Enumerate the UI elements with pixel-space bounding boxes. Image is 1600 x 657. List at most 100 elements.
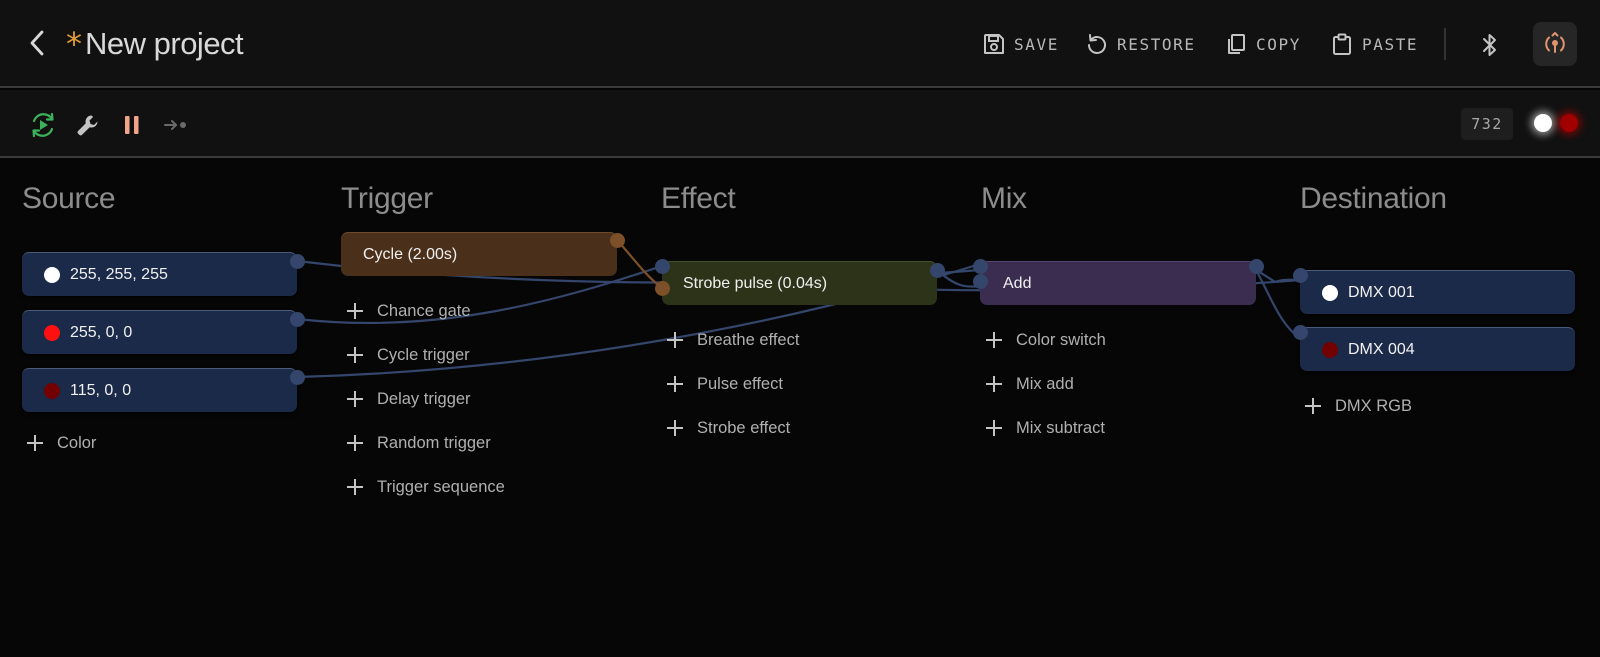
back-button[interactable] bbox=[22, 26, 52, 60]
plus-icon bbox=[667, 420, 683, 436]
playback-toolbar: 732 bbox=[0, 90, 1600, 158]
color-swatch bbox=[44, 382, 60, 399]
copy-icon bbox=[1228, 34, 1245, 54]
plus-icon bbox=[667, 332, 683, 348]
pause-button[interactable] bbox=[117, 110, 147, 140]
effect-node-strobe-pulse[interactable]: Strobe pulse (0.04s) bbox=[662, 261, 937, 305]
color-swatch bbox=[44, 324, 60, 341]
restore-button[interactable]: RESTORE bbox=[1085, 28, 1196, 60]
destination-node-dmx-004[interactable]: DMX 004 bbox=[1300, 327, 1575, 371]
destination-node-dmx-001[interactable]: DMX 001 bbox=[1300, 270, 1575, 314]
save-label: SAVE bbox=[1014, 34, 1059, 54]
add-item-label: Color switch bbox=[1016, 330, 1106, 349]
add-dmx-rgb-button[interactable]: DMX RGB bbox=[1305, 393, 1412, 419]
trigger-input-port[interactable] bbox=[655, 281, 670, 296]
column-title-trigger: Trigger bbox=[341, 182, 433, 215]
output-port[interactable] bbox=[290, 254, 305, 269]
output-port[interactable] bbox=[1249, 259, 1264, 274]
save-button[interactable]: SAVE bbox=[982, 28, 1059, 60]
add-color-button[interactable]: Color bbox=[27, 430, 96, 456]
add-trigger-sequence-button[interactable]: Trigger sequence bbox=[347, 474, 505, 500]
source-node-label: 255, 0, 0 bbox=[70, 323, 133, 341]
plus-icon bbox=[986, 420, 1002, 436]
input-port[interactable] bbox=[973, 274, 988, 289]
trigger-output-port[interactable] bbox=[610, 233, 625, 248]
clipboard-icon bbox=[1333, 33, 1351, 55]
add-random-trigger-button[interactable]: Random trigger bbox=[347, 430, 491, 456]
mix-node-add[interactable]: Add bbox=[980, 261, 1256, 305]
add-color-switch-button[interactable]: Color switch bbox=[986, 327, 1106, 353]
source-node-label: 255, 255, 255 bbox=[70, 265, 168, 283]
plus-icon bbox=[347, 391, 363, 407]
copy-button[interactable]: COPY bbox=[1224, 28, 1301, 60]
paste-label: PASTE bbox=[1362, 34, 1419, 54]
bluetooth-button[interactable] bbox=[1478, 30, 1502, 60]
add-strobe-effect-button[interactable]: Strobe effect bbox=[667, 415, 790, 441]
toolbar-divider bbox=[1444, 28, 1446, 60]
pause-icon bbox=[125, 116, 139, 134]
input-port[interactable] bbox=[973, 259, 988, 274]
column-title-source: Source bbox=[22, 182, 116, 215]
step-forward-icon bbox=[164, 120, 186, 130]
live-broadcast-icon bbox=[1545, 32, 1565, 53]
restore-icon bbox=[1088, 34, 1106, 54]
add-cycle-trigger-button[interactable]: Cycle trigger bbox=[347, 342, 470, 368]
output-port[interactable] bbox=[290, 312, 305, 327]
trigger-node-label: Cycle (2.00s) bbox=[363, 245, 458, 263]
settings-button[interactable] bbox=[73, 110, 103, 140]
chevron-left-icon bbox=[30, 30, 44, 56]
color-swatch bbox=[1322, 341, 1338, 358]
add-delay-trigger-button[interactable]: Delay trigger bbox=[347, 386, 471, 412]
add-item-label: Mix subtract bbox=[1016, 418, 1105, 437]
mix-node-label: Add bbox=[1003, 274, 1032, 292]
restore-label: RESTORE bbox=[1117, 34, 1196, 54]
live-output-button[interactable] bbox=[1533, 22, 1577, 66]
source-node-color-2[interactable]: 255, 0, 0 bbox=[22, 310, 297, 354]
add-item-label: Breathe effect bbox=[697, 330, 800, 349]
trigger-node-cycle[interactable]: Cycle (2.00s) bbox=[341, 232, 617, 276]
project-name: New project bbox=[85, 26, 244, 61]
effect-node-label: Strobe pulse (0.04s) bbox=[683, 274, 828, 292]
add-breathe-effect-button[interactable]: Breathe effect bbox=[667, 327, 799, 353]
auto-play-button[interactable] bbox=[28, 110, 58, 140]
app-bar: * New project SAVE RESTORE COPY PASTE bbox=[0, 0, 1600, 88]
plus-icon bbox=[986, 332, 1002, 348]
add-mix-add-button[interactable]: Mix add bbox=[986, 371, 1074, 397]
node-graph-canvas[interactable]: Source Trigger Effect Mix Destination 25… bbox=[0, 160, 1600, 657]
plus-icon bbox=[347, 303, 363, 319]
add-item-label: Cycle trigger bbox=[377, 345, 470, 364]
add-item-label: Strobe effect bbox=[697, 418, 791, 437]
paste-button[interactable]: PASTE bbox=[1330, 28, 1418, 60]
project-title: * New project bbox=[66, 22, 244, 66]
plus-icon bbox=[347, 479, 363, 495]
add-item-label: Pulse effect bbox=[697, 374, 783, 393]
destination-node-label: DMX 004 bbox=[1348, 340, 1415, 358]
input-port[interactable] bbox=[655, 259, 670, 274]
add-mix-subtract-button[interactable]: Mix subtract bbox=[986, 415, 1105, 441]
unsaved-marker: * bbox=[66, 25, 82, 63]
output-led-white bbox=[1534, 114, 1552, 132]
output-port[interactable] bbox=[290, 370, 305, 385]
add-chance-gate-button[interactable]: Chance gate bbox=[347, 298, 471, 324]
source-node-color-1[interactable]: 255, 255, 255 bbox=[22, 252, 297, 296]
color-swatch bbox=[1322, 284, 1338, 301]
output-led-red bbox=[1560, 114, 1578, 132]
source-node-label: 115, 0, 0 bbox=[70, 381, 132, 399]
input-port[interactable] bbox=[1293, 325, 1308, 340]
floppy-disk-icon bbox=[984, 34, 1004, 54]
plus-icon bbox=[347, 435, 363, 451]
output-port[interactable] bbox=[930, 263, 945, 278]
add-pulse-effect-button[interactable]: Pulse effect bbox=[667, 371, 783, 397]
step-forward-button[interactable] bbox=[161, 110, 191, 140]
column-title-destination: Destination bbox=[1300, 182, 1447, 215]
bluetooth-icon bbox=[1483, 34, 1496, 56]
input-port[interactable] bbox=[1293, 268, 1308, 283]
column-title-mix: Mix bbox=[981, 182, 1027, 215]
add-item-label: Delay trigger bbox=[377, 389, 471, 408]
plus-icon bbox=[1305, 398, 1321, 414]
plus-icon bbox=[667, 376, 683, 392]
source-node-color-3[interactable]: 115, 0, 0 bbox=[22, 368, 297, 412]
column-title-effect: Effect bbox=[661, 182, 736, 215]
add-item-label: Mix add bbox=[1016, 374, 1074, 393]
color-swatch bbox=[44, 266, 60, 283]
